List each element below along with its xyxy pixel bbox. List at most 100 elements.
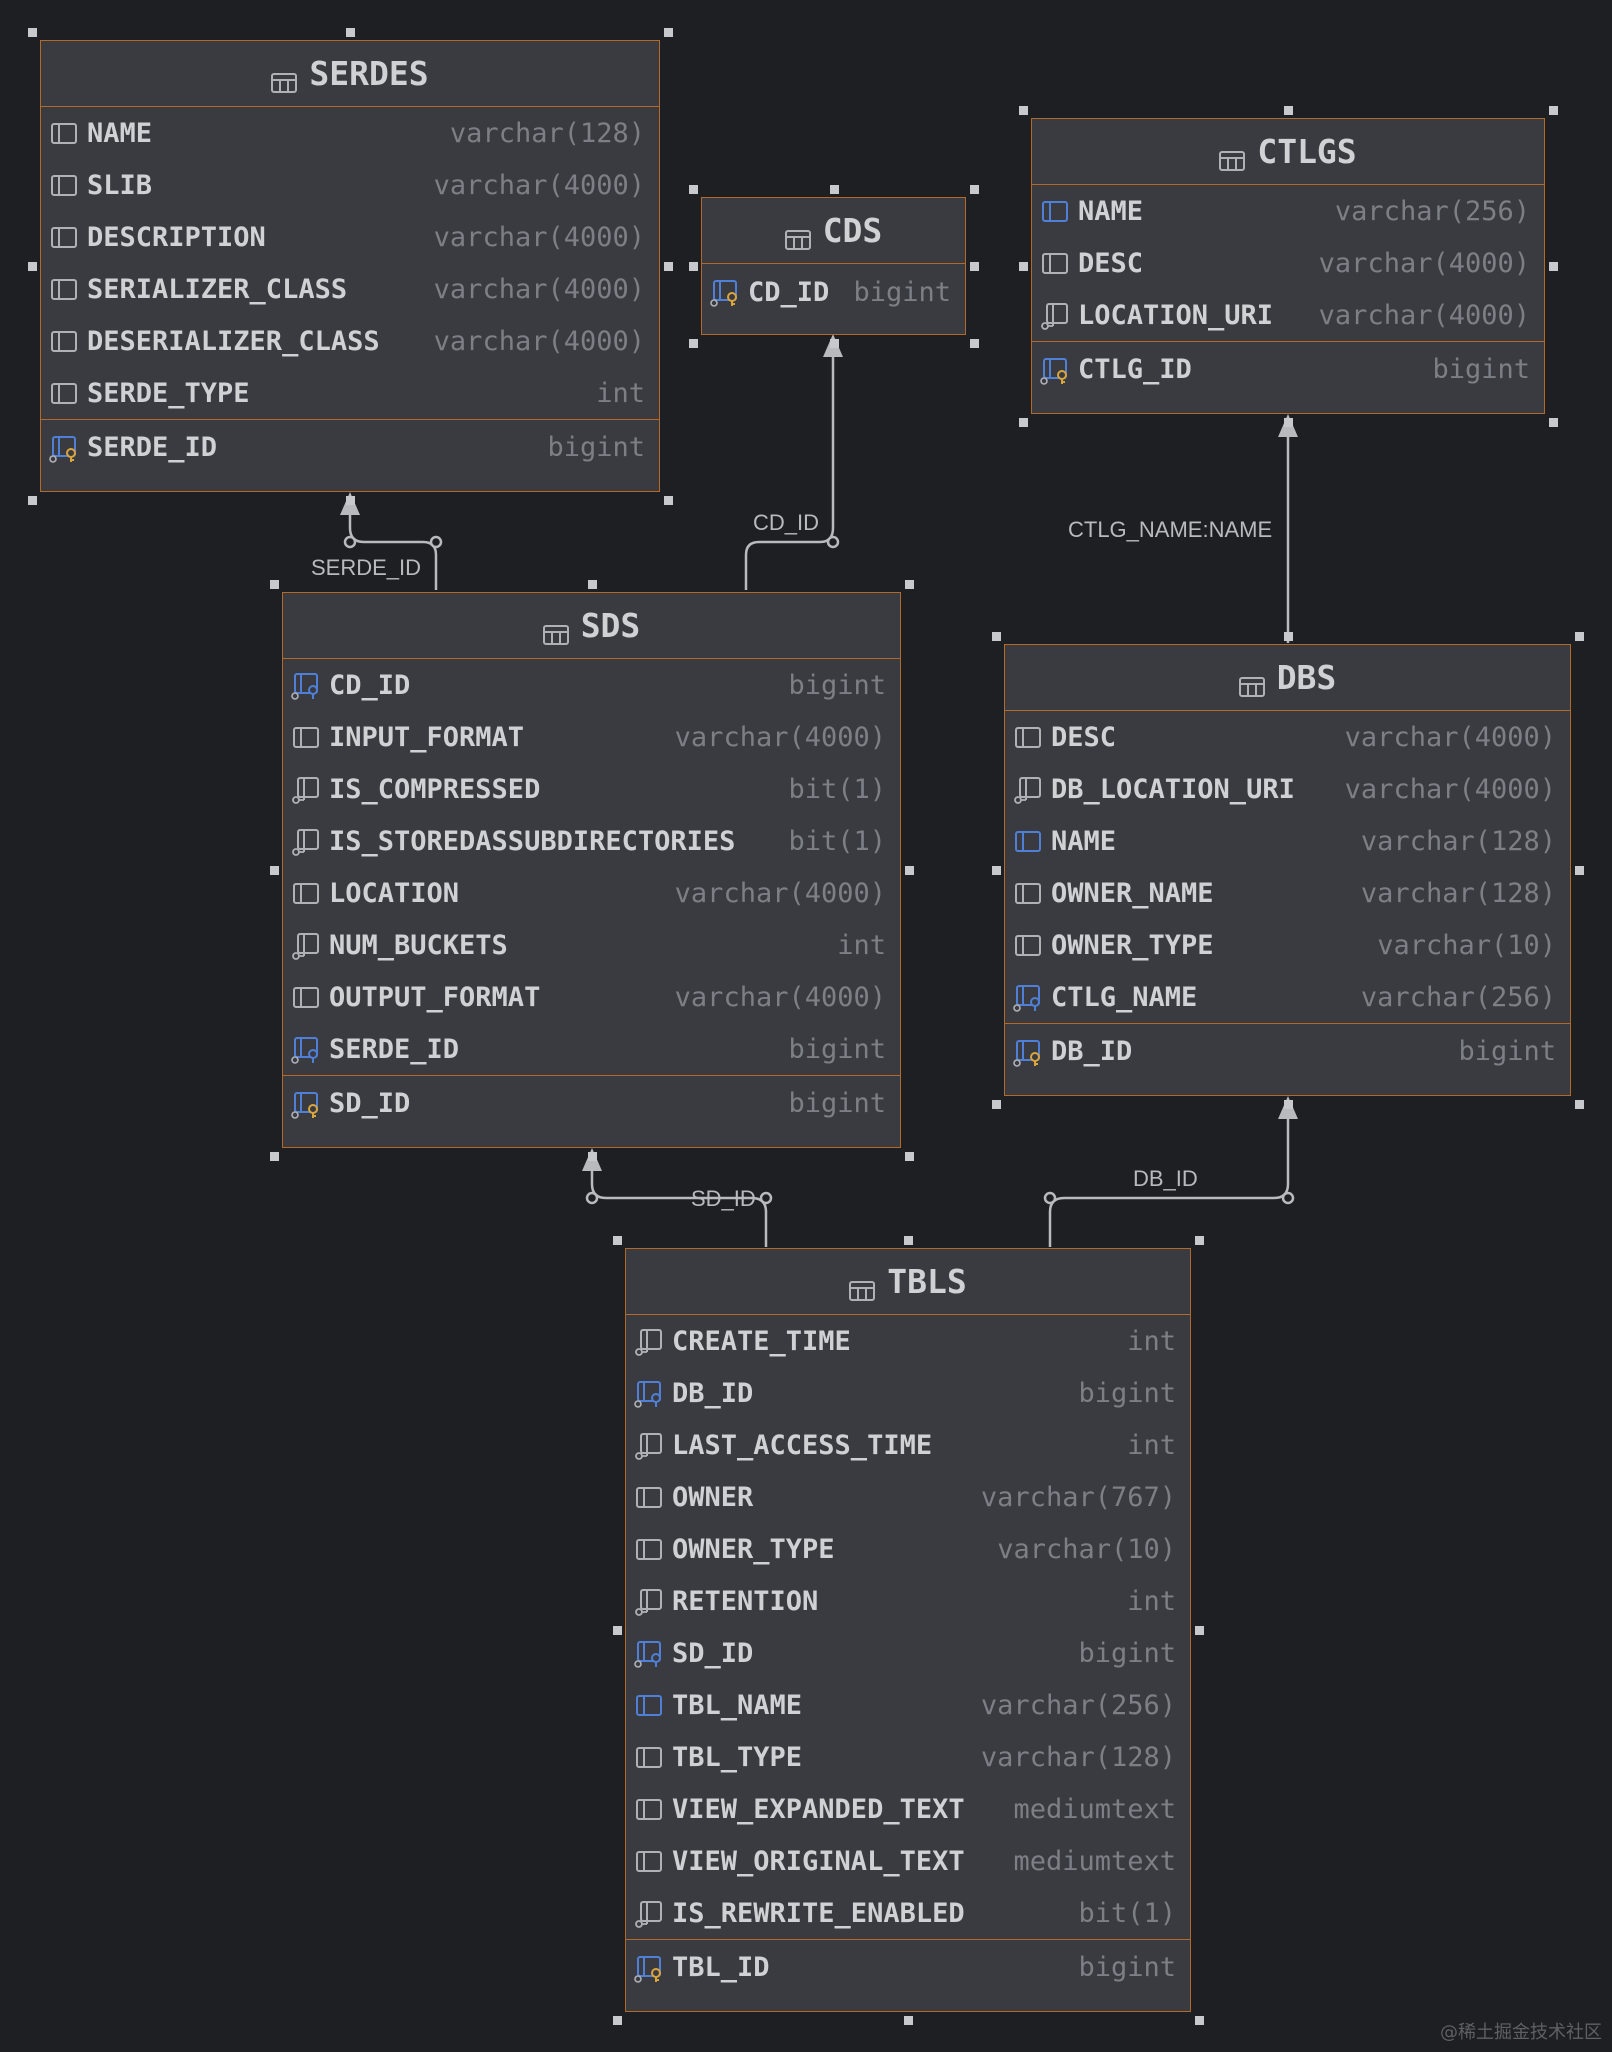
column-row[interactable]: OWNER_NAME varchar(128) xyxy=(1005,867,1570,919)
resize-handle[interactable] xyxy=(28,262,37,271)
column-row[interactable]: DESCRIPTION varchar(4000) xyxy=(41,211,659,263)
resize-handle[interactable] xyxy=(270,580,279,589)
resize-handle[interactable] xyxy=(1549,418,1558,427)
primary-key-row[interactable]: SD_ID bigint xyxy=(283,1075,900,1131)
column-row[interactable]: SD_ID bigint xyxy=(626,1627,1190,1679)
column-row[interactable]: DB_LOCATION_URI varchar(4000) xyxy=(1005,763,1570,815)
resize-handle[interactable] xyxy=(1019,262,1028,271)
column-row[interactable]: NAME varchar(256) xyxy=(1032,185,1544,237)
resize-handle[interactable] xyxy=(970,185,979,194)
column-row[interactable]: LOCATION varchar(4000) xyxy=(283,867,900,919)
resize-handle[interactable] xyxy=(28,28,37,37)
resize-handle[interactable] xyxy=(346,496,355,505)
resize-handle[interactable] xyxy=(613,2016,622,2025)
column-row[interactable]: CD_ID bigint xyxy=(283,659,900,711)
column-row[interactable]: SLIB varchar(4000) xyxy=(41,159,659,211)
entity-header[interactable]: CTLGS xyxy=(1032,119,1544,185)
column-row[interactable]: OWNER_TYPE varchar(10) xyxy=(1005,919,1570,971)
entity-header[interactable]: CDS xyxy=(702,198,965,264)
column-row[interactable]: OWNER varchar(767) xyxy=(626,1471,1190,1523)
primary-key-row[interactable]: SERDE_ID bigint xyxy=(41,419,659,475)
resize-handle[interactable] xyxy=(905,866,914,875)
resize-handle[interactable] xyxy=(1549,262,1558,271)
resize-handle[interactable] xyxy=(1195,2016,1204,2025)
entity-header[interactable]: TBLS xyxy=(626,1249,1190,1315)
column-row[interactable]: DESERIALIZER_CLASS varchar(4000) xyxy=(41,315,659,367)
resize-handle[interactable] xyxy=(829,339,839,348)
resize-handle[interactable] xyxy=(992,1100,1001,1109)
entity-ctlgs[interactable]: CTLGS NAME varchar(256) DESC varchar(4000) LO… xyxy=(1031,118,1545,414)
resize-handle[interactable] xyxy=(829,185,839,194)
column-row[interactable]: SERIALIZER_CLASS varchar(4000) xyxy=(41,263,659,315)
resize-handle[interactable] xyxy=(970,339,979,348)
resize-handle[interactable] xyxy=(587,580,597,589)
column-row[interactable]: OUTPUT_FORMAT varchar(4000) xyxy=(283,971,900,1023)
entity-serdes[interactable]: SERDES NAME varchar(128) SLIB varchar(4000) D… xyxy=(40,40,660,492)
entity-header[interactable]: DBS xyxy=(1005,645,1570,711)
column-row[interactable]: DESC varchar(4000) xyxy=(1032,237,1544,289)
column-row[interactable]: LOCATION_URI varchar(4000) xyxy=(1032,289,1544,341)
resize-handle[interactable] xyxy=(1575,1100,1584,1109)
column-row[interactable]: DESC varchar(4000) xyxy=(1005,711,1570,763)
resize-handle[interactable] xyxy=(689,185,698,194)
primary-key-row[interactable]: DB_ID bigint xyxy=(1005,1023,1570,1079)
column-row[interactable]: LAST_ACCESS_TIME int xyxy=(626,1419,1190,1471)
column-row[interactable]: CREATE_TIME int xyxy=(626,1315,1190,1367)
resize-handle[interactable] xyxy=(613,1626,622,1635)
column-row[interactable]: RETENTION int xyxy=(626,1575,1190,1627)
column-row[interactable]: TBL_NAME varchar(256) xyxy=(626,1679,1190,1731)
resize-handle[interactable] xyxy=(1195,1626,1204,1635)
primary-key-row[interactable]: CD_ID bigint xyxy=(702,264,965,320)
column-row[interactable]: IS_COMPRESSED bit(1) xyxy=(283,763,900,815)
resize-handle[interactable] xyxy=(1283,1100,1293,1109)
primary-key-row[interactable]: CTLG_ID bigint xyxy=(1032,341,1544,397)
column-row[interactable]: IS_STOREDASSUBDIRECTORIES bit(1) xyxy=(283,815,900,867)
column-row[interactable]: NUM_BUCKETS int xyxy=(283,919,900,971)
resize-handle[interactable] xyxy=(905,1152,914,1161)
column-row[interactable]: VIEW_EXPANDED_TEXT mediumtext xyxy=(626,1783,1190,1835)
resize-handle[interactable] xyxy=(970,262,979,271)
resize-handle[interactable] xyxy=(1284,106,1293,115)
resize-handle[interactable] xyxy=(992,632,1001,641)
resize-handle[interactable] xyxy=(346,28,355,37)
column-row[interactable]: OWNER_TYPE varchar(10) xyxy=(626,1523,1190,1575)
entity-header[interactable]: SERDES xyxy=(41,41,659,107)
entity-dbs[interactable]: DBS DESC varchar(4000) DB_LOCATION_URI varch… xyxy=(1004,644,1571,1096)
resize-handle[interactable] xyxy=(1575,866,1584,875)
resize-handle[interactable] xyxy=(28,496,37,505)
column-row[interactable]: IS_REWRITE_ENABLED bit(1) xyxy=(626,1887,1190,1939)
resize-handle[interactable] xyxy=(904,1236,913,1245)
resize-handle[interactable] xyxy=(664,28,673,37)
resize-handle[interactable] xyxy=(1284,418,1293,427)
resize-handle[interactable] xyxy=(689,262,698,271)
resize-handle[interactable] xyxy=(904,2016,913,2025)
resize-handle[interactable] xyxy=(1283,632,1293,641)
entity-tbls[interactable]: TBLS CREATE_TIME int DB_ID bigint LAST_ACCESS… xyxy=(625,1248,1191,2012)
entity-header[interactable]: SDS xyxy=(283,593,900,659)
column-row[interactable]: DB_ID bigint xyxy=(626,1367,1190,1419)
column-row[interactable]: VIEW_ORIGINAL_TEXT mediumtext xyxy=(626,1835,1190,1887)
resize-handle[interactable] xyxy=(905,580,914,589)
column-row[interactable]: CTLG_NAME varchar(256) xyxy=(1005,971,1570,1023)
primary-key-row[interactable]: TBL_ID bigint xyxy=(626,1939,1190,1995)
column-row[interactable]: SERDE_ID bigint xyxy=(283,1023,900,1075)
column-row[interactable]: SERDE_TYPE int xyxy=(41,367,659,419)
resize-handle[interactable] xyxy=(613,1236,622,1245)
column-row[interactable]: TBL_TYPE varchar(128) xyxy=(626,1731,1190,1783)
resize-handle[interactable] xyxy=(1195,1236,1204,1245)
entity-sds[interactable]: SDS CD_ID bigint INPUT_FORMAT varchar(4000) I… xyxy=(282,592,901,1148)
resize-handle[interactable] xyxy=(587,1152,597,1161)
resize-handle[interactable] xyxy=(270,1152,279,1161)
resize-handle[interactable] xyxy=(664,262,673,271)
resize-handle[interactable] xyxy=(270,866,279,875)
resize-handle[interactable] xyxy=(1019,418,1028,427)
resize-handle[interactable] xyxy=(689,339,698,348)
column-row[interactable]: NAME varchar(128) xyxy=(1005,815,1570,867)
column-row[interactable]: INPUT_FORMAT varchar(4000) xyxy=(283,711,900,763)
resize-handle[interactable] xyxy=(1575,632,1584,641)
entity-cds[interactable]: CDS CD_ID bigint xyxy=(701,197,966,335)
column-row[interactable]: NAME varchar(128) xyxy=(41,107,659,159)
resize-handle[interactable] xyxy=(992,866,1001,875)
resize-handle[interactable] xyxy=(1549,106,1558,115)
resize-handle[interactable] xyxy=(1019,106,1028,115)
